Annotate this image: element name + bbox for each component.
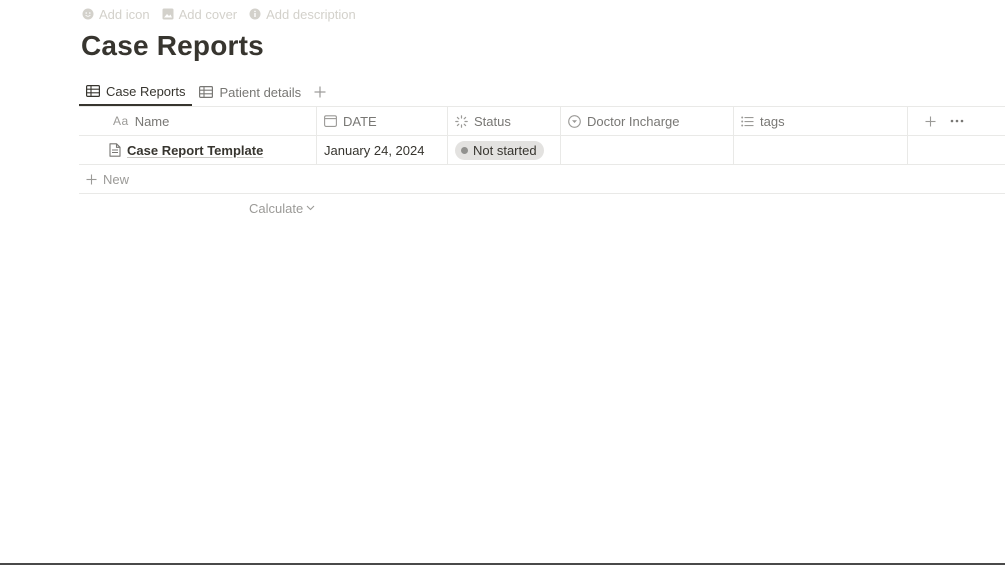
- more-icon: [950, 119, 964, 123]
- calculate-label: Calculate: [249, 200, 304, 216]
- tab-patient-details[interactable]: Patient details: [192, 78, 308, 106]
- table-row[interactable]: Case Report Template January 24, 2024 No…: [79, 136, 1005, 165]
- plus-icon: [86, 174, 97, 185]
- page-title[interactable]: Case Reports: [81, 30, 264, 62]
- text-property-icon: Aa: [113, 114, 129, 128]
- cell-doctor-incharge[interactable]: [561, 136, 734, 164]
- add-cover-label: Add cover: [178, 6, 238, 22]
- cell-tags[interactable]: [734, 136, 908, 164]
- smiley-icon: [82, 8, 94, 20]
- plus-icon: [314, 86, 326, 98]
- tab-case-reports[interactable]: Case Reports: [79, 78, 193, 106]
- column-header-name[interactable]: Aa Name: [79, 107, 317, 135]
- column-header-label: tags: [760, 113, 785, 129]
- add-icon-label: Add icon: [99, 6, 150, 22]
- list-icon: [741, 116, 754, 127]
- table-icon: [199, 86, 214, 98]
- status-badge: Not started: [455, 140, 544, 160]
- plus-icon: [925, 116, 936, 126]
- more-options-button[interactable]: [950, 119, 964, 123]
- header-actions: [908, 107, 1005, 135]
- add-cover-button[interactable]: Add cover: [162, 6, 238, 22]
- chevron-down-icon: [306, 205, 315, 211]
- page-actions: Add icon Add cover Add description: [82, 4, 356, 24]
- add-icon-button[interactable]: Add icon: [82, 7, 150, 22]
- cell-date[interactable]: January 24, 2024: [317, 136, 448, 164]
- status-icon: [455, 114, 468, 128]
- column-header-doctor-incharge[interactable]: Doctor Incharge: [561, 107, 734, 135]
- column-header-date[interactable]: DATE: [317, 107, 448, 135]
- column-header-label: Doctor Incharge: [587, 113, 680, 129]
- tab-label: Case Reports: [106, 83, 186, 99]
- table-icon: [86, 85, 100, 97]
- add-description-button[interactable]: Add description: [249, 7, 356, 22]
- tab-label: Patient details: [219, 84, 302, 100]
- page: Add icon Add cover Add description Case …: [0, 0, 1005, 565]
- page-icon: [109, 143, 121, 157]
- row-title[interactable]: Case Report Template: [127, 143, 263, 158]
- calculate-button[interactable]: Calculate: [249, 201, 315, 216]
- add-description-label: Add description: [266, 6, 356, 22]
- new-row-button[interactable]: New: [79, 165, 1005, 194]
- cell-empty: [908, 136, 1005, 164]
- column-header-label: Status: [474, 113, 511, 129]
- calculate-row: Calculate: [79, 194, 1005, 222]
- image-icon: [162, 8, 174, 20]
- select-icon: [568, 114, 581, 128]
- new-label: New: [103, 171, 130, 187]
- database-table: Aa Name DATE Status Doctor Incharge tags…: [79, 106, 1005, 222]
- column-header-tags[interactable]: tags: [734, 107, 908, 135]
- calendar-icon: [324, 115, 337, 127]
- add-view-button[interactable]: [308, 78, 332, 106]
- info-icon: [249, 8, 261, 20]
- column-header-label: Name: [134, 113, 170, 129]
- column-header-label: DATE: [343, 113, 377, 129]
- column-header-status[interactable]: Status: [448, 107, 561, 135]
- status-label: Not started: [473, 142, 537, 158]
- view-tabs: Case Reports Patient details: [79, 76, 1005, 106]
- cell-status[interactable]: Not started: [448, 136, 561, 164]
- add-property-button[interactable]: [925, 116, 936, 127]
- cell-name[interactable]: Case Report Template: [79, 136, 317, 164]
- table-header-row: Aa Name DATE Status Doctor Incharge tags: [79, 107, 1005, 136]
- status-dot-icon: [461, 146, 468, 154]
